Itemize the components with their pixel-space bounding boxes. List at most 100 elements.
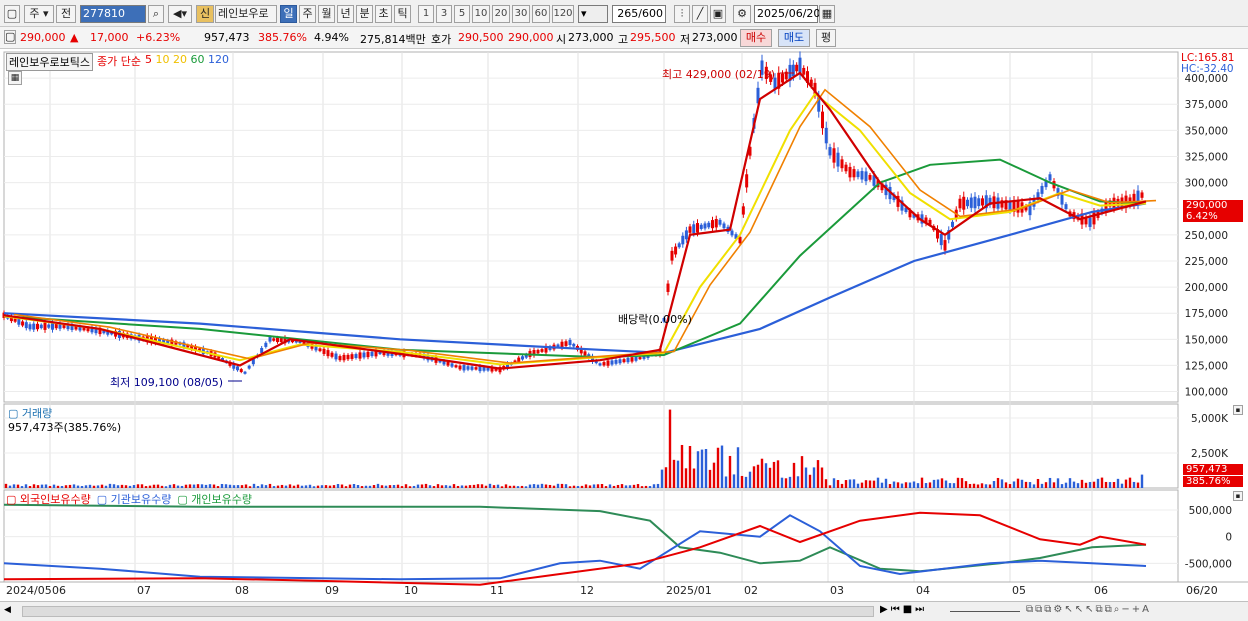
panel-close-icon[interactable]: ▪ [1233, 405, 1243, 415]
period-tab-3[interactable]: 년 [337, 5, 354, 23]
volume-bar [552, 485, 556, 488]
sound-icon[interactable]: ◀▾ [168, 5, 192, 23]
period-tab-2[interactable]: 월 [318, 5, 335, 23]
candle-body [781, 73, 784, 83]
interval-tab-10[interactable]: 10 [472, 5, 490, 23]
x-tick-label: 02 [744, 584, 758, 597]
candle-icon[interactable]: ⫶ [674, 5, 690, 23]
interval-tab-30[interactable]: 30 [512, 5, 530, 23]
type-select[interactable]: 전 [56, 5, 76, 23]
tool-icons[interactable]: ⧉⧉⧉⚙↖↖↖⧉⧉⌕−+A [1026, 604, 1151, 615]
candle-body [951, 221, 954, 227]
period-select[interactable]: 주 ▾ [24, 5, 54, 23]
period-tab-5[interactable]: 초 [375, 5, 392, 23]
interval-tab-5[interactable]: 5 [454, 5, 470, 23]
interval-tab-1[interactable]: 1 [418, 5, 434, 23]
volume-bar [4, 483, 8, 488]
volume-bar [92, 485, 96, 488]
low-note: 최저 109,100 (08/05) [110, 376, 224, 389]
volume-bar [872, 480, 876, 488]
volume-bar [956, 477, 960, 488]
period-tab-1[interactable]: 주 [299, 5, 316, 23]
volume-bar [448, 485, 452, 488]
candle-body [638, 357, 642, 360]
period-tab-4[interactable]: 분 [356, 5, 373, 23]
volume-bar [188, 484, 192, 488]
volume-bar [952, 483, 956, 488]
volume-bar [336, 484, 340, 488]
gear-icon[interactable]: ⚙ [733, 5, 751, 23]
volume-bar [284, 485, 288, 488]
save-icon[interactable]: ▣ [710, 5, 726, 23]
interval-tab-20[interactable]: 20 [492, 5, 510, 23]
count-total: /600 [638, 7, 663, 20]
panel2-close-icon[interactable]: ▪ [1233, 491, 1243, 501]
period-tab-0[interactable]: 일 [280, 5, 297, 23]
line-icon[interactable]: ╱ [692, 5, 708, 23]
foreign-holding-text: 외국인보유수량 [19, 493, 91, 506]
high-note: 최고 429,000 (02/19) [662, 68, 776, 81]
candle-body [370, 351, 374, 357]
search-icon[interactable]: ⌕ [148, 5, 164, 23]
scroll-bar[interactable]: ◀ ▶⏮■⏭ ⧉⧉⧉⚙↖↖↖⧉⧉⌕−+A [0, 601, 1248, 621]
volume-bar [580, 485, 584, 488]
layout-icon[interactable]: ▢ [4, 5, 20, 23]
volume-bar [832, 478, 836, 488]
nav-buttons[interactable]: ▶⏮■⏭ [880, 604, 927, 615]
volume-bar [1112, 482, 1116, 488]
volume-bar [924, 483, 928, 488]
candle-body [977, 198, 981, 207]
volume-bar [444, 485, 448, 488]
volume-bar [484, 485, 488, 488]
buy-button[interactable]: 매수 [740, 29, 772, 47]
volume-pct-tag: 385.76% [1183, 476, 1243, 487]
period-tab-6[interactable]: 틱 [394, 5, 411, 23]
check-icon[interactable]: ▢ [4, 30, 16, 44]
stock-name[interactable]: 레인보우로 [215, 5, 277, 23]
table-icon[interactable]: ▦ [8, 71, 22, 85]
lc-hc: LC:165.81 HC:-32.40 [1181, 53, 1234, 75]
open-label: 시 [556, 33, 567, 46]
volume-bar [364, 485, 368, 488]
interval-tab-60[interactable]: 60 [532, 5, 550, 23]
volume-bar [860, 482, 864, 488]
volume-bar [752, 466, 756, 488]
ma-legend-60: 60 [186, 53, 205, 66]
date-field[interactable]: 2025/06/20 [754, 5, 820, 23]
code-input[interactable]: 277810 [80, 5, 146, 23]
volume-bar [864, 480, 868, 488]
volume-last-tag: 957,473 [1183, 464, 1243, 475]
volume-bar [812, 467, 816, 488]
candle-body [832, 148, 836, 163]
volume-bar [732, 474, 736, 488]
interval-tab-3[interactable]: 3 [436, 5, 452, 23]
eval-button[interactable]: 평 [816, 29, 836, 47]
volume-bar [304, 485, 308, 488]
candle-body [260, 348, 264, 353]
interval-input[interactable]: ▾ [578, 5, 608, 23]
candle-body [852, 169, 856, 178]
stock-title[interactable]: 레인보우로보틱스 [6, 53, 93, 71]
scroll-left-icon[interactable]: ◀ [4, 605, 11, 615]
volume-bar [660, 469, 664, 488]
volume-bar [576, 486, 580, 488]
volume-bar [760, 458, 764, 488]
x-tick-label: 06 [1094, 584, 1108, 597]
interval-tab-120[interactable]: 120 [552, 5, 574, 23]
volume-bar [132, 485, 136, 488]
scroll-track[interactable] [22, 606, 874, 617]
candle-body [450, 363, 454, 367]
volume-bar [584, 484, 588, 488]
institution-holding-line [3, 514, 1147, 581]
zoom-slider[interactable] [950, 611, 1020, 612]
volume-bar [20, 486, 24, 488]
x-tick-label: 06/20 [1186, 584, 1218, 597]
calendar-icon[interactable]: ▦ [819, 5, 835, 23]
volume-bar [176, 485, 180, 488]
volume-bar [384, 485, 388, 488]
volume-bar [916, 483, 920, 488]
count-field[interactable]: 265/600 [612, 5, 666, 23]
candle-body [268, 337, 272, 342]
volume-bar [100, 484, 104, 488]
sell-button[interactable]: 매도 [778, 29, 810, 47]
